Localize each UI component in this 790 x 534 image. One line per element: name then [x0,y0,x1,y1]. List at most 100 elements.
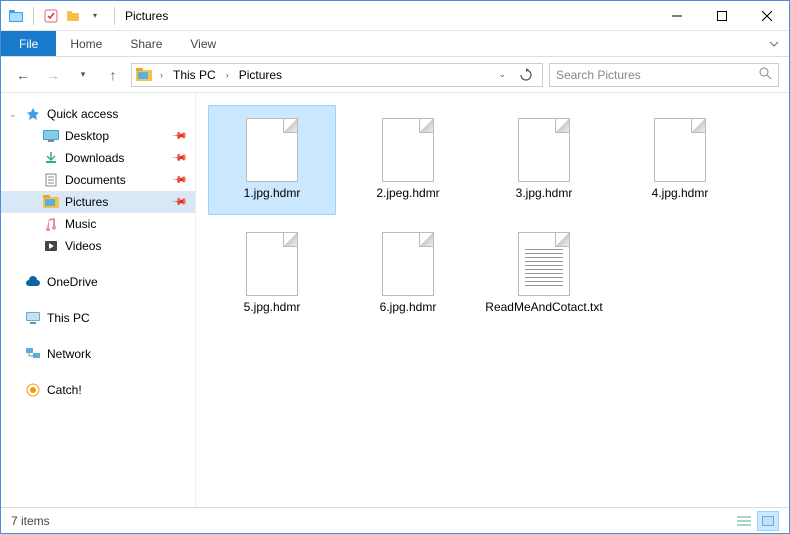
pictures-icon [43,194,59,210]
star-icon [25,106,41,122]
maximize-button[interactable] [699,1,744,30]
downloads-icon [43,150,59,166]
search-input[interactable]: Search Pictures [549,63,779,87]
file-name-label: 3.jpg.hdmr [512,186,577,201]
chevron-right-icon[interactable]: › [156,70,167,80]
blank-file-icon [244,114,300,182]
separator [114,7,115,25]
desktop-icon [43,128,59,144]
item-count: 7 items [11,514,50,528]
separator [33,7,34,25]
tab-share[interactable]: Share [116,31,176,56]
blank-file-icon [380,228,436,296]
sidebar-item-label: OneDrive [47,275,98,289]
sidebar-item-label: Downloads [65,151,124,165]
new-folder-icon[interactable] [64,7,82,25]
breadcrumb-this-pc[interactable]: This PC [171,68,218,82]
properties-icon[interactable] [42,7,60,25]
file-item[interactable]: 3.jpg.hdmr [480,105,608,215]
documents-icon [43,172,59,188]
file-item[interactable]: 6.jpg.hdmr [344,219,472,329]
sidebar-item-label: Pictures [65,195,108,209]
sidebar-item-downloads[interactable]: Downloads 📌 [1,147,195,169]
window-controls [654,1,789,30]
refresh-button[interactable] [514,64,538,86]
navigation-bar: ← → ▾ ↑ › This PC › Pictures ⌄ Search Pi… [1,57,789,93]
file-name-label: 1.jpg.hdmr [240,186,305,201]
file-list[interactable]: 1.jpg.hdmr 2.jpeg.hdmr 3.jpg.hdmr 4.jpg.hdm… [196,93,789,507]
ribbon-expand-icon[interactable] [759,31,789,56]
file-name-label: 6.jpg.hdmr [376,300,441,315]
chevron-right-icon[interactable]: › [222,70,233,80]
recent-dropdown-icon[interactable]: ▾ [71,63,95,87]
sidebar-item-label: Music [65,217,96,231]
file-name-label: 2.jpeg.hdmr [372,186,443,201]
back-button[interactable]: ← [11,63,35,87]
network-icon [25,346,41,362]
file-item[interactable]: 5.jpg.hdmr [208,219,336,329]
sidebar-item-label: Quick access [47,107,118,121]
file-name-label: ReadMeAndCotact.txt [481,300,606,315]
file-item[interactable]: 4.jpg.hdmr [616,105,744,215]
file-item[interactable]: ReadMeAndCotact.txt [480,219,608,329]
pin-icon: 📌 [170,172,187,189]
chevron-down-icon[interactable]: ⌄ [9,109,17,120]
quick-access-toolbar: ▾ [1,7,110,25]
breadcrumb-pictures[interactable]: Pictures [237,68,284,82]
explorer-window: ▾ Pictures File Home Share View ← → ▾ ↑ … [0,0,790,534]
ribbon-tabs: File Home Share View [1,31,789,57]
title-bar: ▾ Pictures [1,1,789,31]
sidebar-onedrive[interactable]: OneDrive [1,271,195,293]
sidebar-quick-access[interactable]: ⌄ Quick access [1,103,195,125]
blank-file-icon [652,114,708,182]
sidebar-item-label: Desktop [65,129,109,143]
sidebar-item-videos[interactable]: Videos [1,235,195,257]
address-dropdown-icon[interactable]: ⌄ [494,69,510,80]
address-bar[interactable]: › This PC › Pictures ⌄ [131,63,543,87]
videos-icon [43,238,59,254]
forward-button[interactable]: → [41,63,65,87]
tab-home[interactable]: Home [56,31,116,56]
sidebar-network[interactable]: Network [1,343,195,365]
sidebar-item-label: Videos [65,239,101,253]
blank-file-icon [516,114,572,182]
tab-view[interactable]: View [176,31,230,56]
details-view-button[interactable] [733,511,755,531]
body-area: ⌄ Quick access Desktop📌Downloads📌Documen… [1,93,789,507]
catch-icon [25,382,41,398]
search-icon [758,66,772,83]
pin-icon: 📌 [170,194,187,211]
up-button[interactable]: ↑ [101,63,125,87]
sidebar-item-label: Network [47,347,91,361]
pin-icon: 📌 [170,150,187,167]
file-item[interactable]: 2.jpeg.hdmr [344,105,472,215]
sidebar-item-documents[interactable]: Documents📌 [1,169,195,191]
file-tab[interactable]: File [1,31,56,56]
file-name-label: 5.jpg.hdmr [240,300,305,315]
thumbnails-view-button[interactable] [757,511,779,531]
file-item[interactable]: 1.jpg.hdmr [208,105,336,215]
minimize-button[interactable] [654,1,699,30]
close-button[interactable] [744,1,789,30]
music-icon [43,216,59,232]
sidebar-item-label: This PC [47,311,90,325]
computer-icon [25,310,41,326]
sidebar-item-pictures[interactable]: Pictures 📌 [1,191,195,213]
folder-icon [7,7,25,25]
sidebar-item-label: Catch! [47,383,82,397]
blank-file-icon [244,228,300,296]
cloud-icon [25,274,41,290]
qat-dropdown-icon[interactable]: ▾ [86,7,104,25]
window-title: Pictures [119,9,168,23]
sidebar-item-music[interactable]: Music [1,213,195,235]
text-file-icon [516,228,572,296]
sidebar-this-pc[interactable]: This PC [1,307,195,329]
sidebar-item-desktop[interactable]: Desktop 📌 [1,125,195,147]
search-placeholder: Search Pictures [556,68,758,82]
file-name-label: 4.jpg.hdmr [648,186,713,201]
pin-icon: 📌 [170,128,187,145]
status-bar: 7 items [1,507,789,533]
pictures-icon [136,67,152,83]
sidebar-catch[interactable]: Catch! [1,379,195,401]
navigation-pane: ⌄ Quick access Desktop📌Downloads📌Documen… [1,93,196,507]
